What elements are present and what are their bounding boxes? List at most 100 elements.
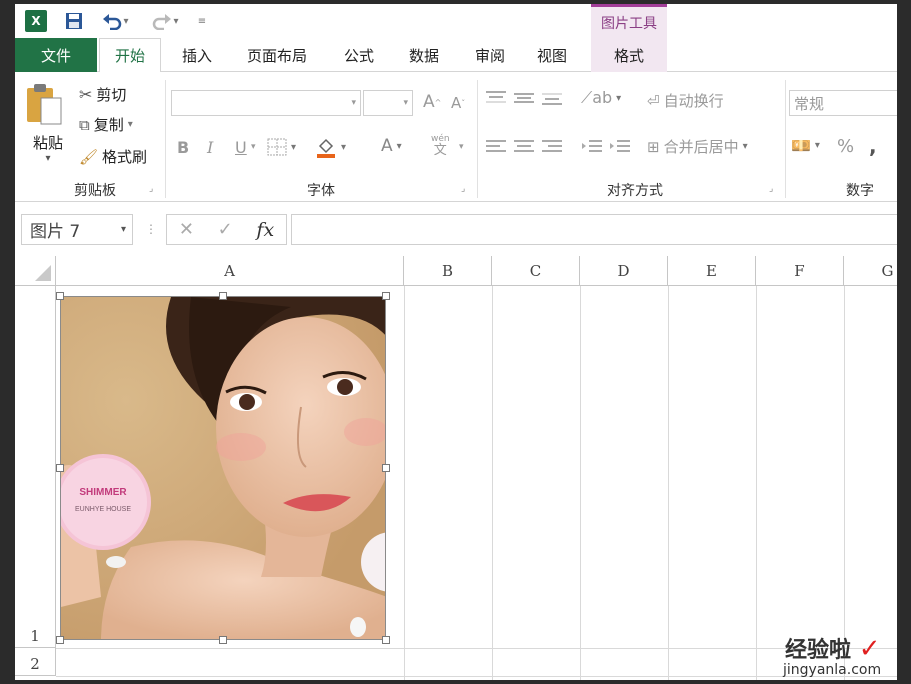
fill-color-button[interactable]: ▾ [315, 136, 346, 158]
formula-bar: 图片 7 ▾ ⋮ ✕ ✓ fx [15, 208, 897, 248]
underline-dropdown-icon[interactable]: ▾ [251, 142, 256, 152]
resize-handle-r[interactable] [382, 464, 390, 472]
tab-insert[interactable]: 插入 [173, 38, 221, 72]
watermark-logo: 经验啦 ✓ [785, 632, 880, 664]
accounting-format-button[interactable]: 💴 ▾ [791, 136, 820, 155]
excel-logo-icon: X [25, 10, 47, 32]
resize-handle-br[interactable] [382, 636, 390, 644]
column-header-g[interactable]: G [844, 256, 897, 286]
ribbon: 粘贴 ▾ ✂ 剪切 ⧉ 复制 ▾ 🖌 格式刷 剪贴板 ⌟ ▾ ▾ A^ Aˇ B… [15, 72, 897, 202]
align-right-icon[interactable] [541, 138, 563, 154]
save-icon[interactable] [63, 10, 85, 32]
font-name-combo[interactable]: ▾ [171, 90, 361, 116]
watermark-url: jingyanla.com [783, 662, 881, 678]
tab-page-layout[interactable]: 页面布局 [237, 38, 317, 72]
bold-button[interactable]: B [177, 138, 189, 157]
undo-icon[interactable]: ▾ [97, 10, 133, 32]
increase-font-icon: A [423, 92, 435, 112]
customize-qat-icon[interactable]: ≡ [195, 10, 209, 32]
row-header-1[interactable]: 1 [15, 286, 56, 648]
wrap-text-icon: ⏎ [647, 92, 660, 110]
paste-button[interactable]: 粘贴 ▾ [25, 82, 71, 174]
column-header-f[interactable]: F [756, 256, 844, 286]
paste-dropdown-icon[interactable]: ▾ [25, 153, 71, 164]
cut-label: 剪切 [96, 84, 126, 105]
percent-button[interactable]: % [837, 136, 854, 157]
row-header-2[interactable]: 2 [15, 648, 56, 676]
format-painter-button[interactable]: 🖌 格式刷 [79, 146, 147, 167]
portrait-image: SHIMMER EUNHYE HOUSE [61, 297, 386, 640]
cancel-icon[interactable]: ✕ [179, 219, 194, 240]
resize-handle-t[interactable] [219, 292, 227, 300]
paste-icon [25, 82, 65, 126]
clipboard-launcher-icon[interactable]: ⌟ [149, 184, 153, 194]
wrap-text-button[interactable]: ⏎ 自动换行 [647, 90, 724, 111]
tab-review[interactable]: 审阅 [465, 38, 515, 72]
increase-indent-icon[interactable] [609, 138, 631, 154]
resize-handle-l[interactable] [56, 464, 64, 472]
align-bottom-icon[interactable] [541, 90, 563, 106]
tab-view[interactable]: 视图 [527, 38, 577, 72]
resize-handle-tr[interactable] [382, 292, 390, 300]
svg-text:SHIMMER: SHIMMER [79, 487, 127, 498]
column-header-b[interactable]: B [404, 256, 492, 286]
align-left-icon[interactable] [485, 138, 507, 154]
tab-home[interactable]: 开始 [99, 38, 161, 73]
ribbon-tabs: 文件 开始 插入 页面布局 公式 数据 审阅 视图 格式 [15, 38, 897, 72]
formula-input[interactable] [291, 214, 897, 245]
inserted-picture[interactable]: SHIMMER EUNHYE HOUSE [60, 296, 386, 640]
cut-button[interactable]: ✂ 剪切 [79, 84, 126, 105]
resize-handle-tl[interactable] [56, 292, 64, 300]
copy-button[interactable]: ⧉ 复制 ▾ [79, 114, 133, 135]
select-all-button[interactable] [15, 256, 56, 286]
clipboard-group-label: 剪贴板 [45, 180, 145, 200]
align-top-icon[interactable] [485, 90, 507, 106]
decrease-font-icon: A [451, 94, 461, 112]
copy-dropdown-icon[interactable]: ▾ [128, 119, 133, 130]
underline-button[interactable]: U [235, 138, 247, 157]
italic-button[interactable]: I [207, 138, 213, 157]
column-header-e[interactable]: E [668, 256, 756, 286]
resize-handle-b[interactable] [219, 636, 227, 644]
alignment-group-label: 对齐方式 [485, 180, 785, 200]
merge-center-button[interactable]: ⊞ 合并后居中 ▾ [647, 136, 748, 157]
tab-data[interactable]: 数据 [399, 38, 449, 72]
name-box[interactable]: 图片 7 ▾ [21, 214, 133, 245]
comma-button[interactable]: , [869, 134, 877, 158]
decrease-font-button[interactable]: Aˇ [451, 94, 465, 112]
column-header-d[interactable]: D [580, 256, 668, 286]
insert-function-icon[interactable]: fx [256, 219, 274, 241]
format-painter-label: 格式刷 [102, 146, 147, 167]
align-middle-icon[interactable] [513, 90, 535, 106]
formula-buttons: ✕ ✓ fx [166, 214, 287, 245]
column-header-c[interactable]: C [492, 256, 580, 286]
align-center-icon[interactable] [513, 138, 535, 154]
column-header-a[interactable]: A [56, 256, 404, 286]
tab-format[interactable]: 格式 [591, 38, 667, 72]
phonetic-dropdown-icon[interactable]: ▾ [459, 142, 464, 152]
copy-icon: ⧉ [79, 116, 90, 134]
scissors-icon: ✂ [79, 85, 92, 104]
tab-file[interactable]: 文件 [15, 38, 97, 72]
borders-button[interactable]: ▾ [267, 138, 296, 156]
phonetic-bottom: 文 [434, 145, 447, 156]
font-group-label: 字体 [171, 180, 471, 200]
tab-formulas[interactable]: 公式 [333, 38, 385, 72]
font-size-combo[interactable]: ▾ [363, 90, 413, 116]
alignment-launcher-icon[interactable]: ⌟ [769, 184, 773, 194]
watermark-title: 经验啦 [785, 638, 851, 663]
currency-icon: 💴 [791, 136, 811, 155]
number-format-combo[interactable]: 常规 [789, 90, 897, 116]
redo-icon[interactable]: ▾ [147, 10, 183, 32]
font-launcher-icon[interactable]: ⌟ [461, 184, 465, 194]
increase-font-button[interactable]: A^ [423, 92, 441, 112]
font-color-button[interactable]: A ▾ [381, 136, 402, 156]
decrease-indent-icon[interactable] [581, 138, 603, 154]
orientation-button[interactable]: ⟋ab ▾ [581, 88, 621, 108]
resize-handle-bl[interactable] [56, 636, 64, 644]
borders-icon [267, 138, 287, 156]
phonetic-button[interactable]: wén 文 [431, 134, 450, 156]
enter-icon[interactable]: ✓ [218, 219, 233, 240]
picture-tools-header: 图片工具 [591, 4, 667, 38]
name-box-dropdown-icon[interactable]: ▾ [121, 224, 126, 235]
